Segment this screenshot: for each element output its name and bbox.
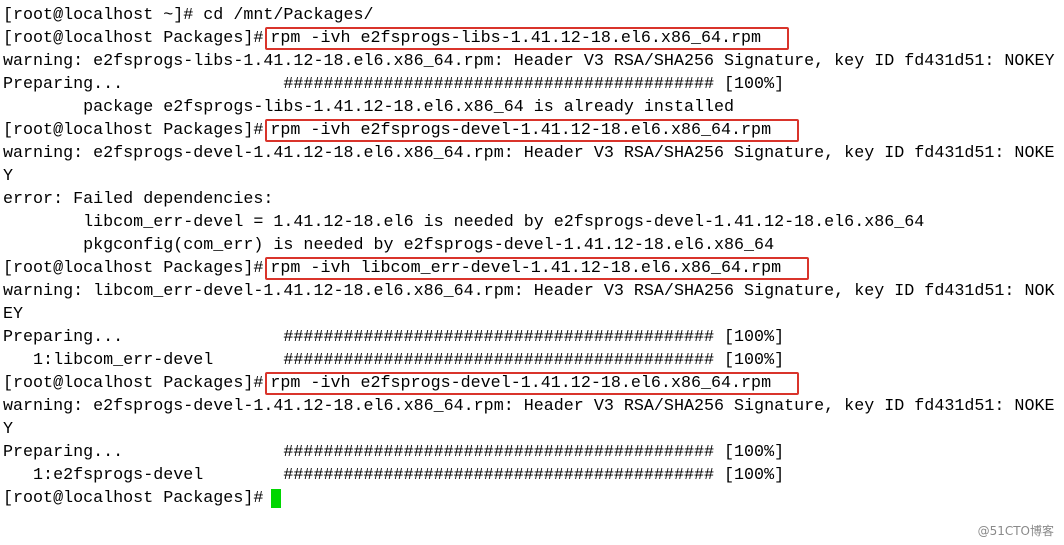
terminal-line: Preparing... ###########################… [3, 73, 1064, 96]
terminal-line: Preparing... ###########################… [3, 326, 1064, 349]
highlighted-command: rpm -ivh libcom_err-devel-1.41.12-18.el6… [265, 257, 810, 280]
terminal-window[interactable]: [root@localhost ~]# cd /mnt/Packages/ [r… [0, 0, 1064, 545]
terminal-line-text: Preparing... ###########################… [3, 75, 785, 94]
terminal-line: [root@localhost Packages]# rpm -ivh libco… [3, 257, 1064, 280]
terminal-line: [root@localhost Packages]# rpm -ivh e2fsp… [3, 372, 1064, 395]
terminal-line-text: EY [3, 305, 24, 324]
terminal-line[interactable]: [root@localhost Packages]# [3, 487, 1064, 510]
highlighted-command: rpm -ivh e2fsprogs-devel-1.41.12-18.el6.… [265, 372, 800, 395]
terminal-line: pkgconfig(com_err) is needed by e2fsprog… [3, 234, 1064, 257]
terminal-line-text: Y [3, 167, 14, 186]
terminal-line: package e2fsprogs-libs-1.41.12-18.el6.x8… [3, 96, 1064, 119]
terminal-line-text: Y [3, 420, 14, 439]
terminal-line: warning: e2fsprogs-libs-1.41.12-18.el6.x… [3, 50, 1064, 73]
terminal-line: EY [3, 303, 1064, 326]
watermark-text: @51CTO博客 [977, 524, 1054, 538]
terminal-line-text: error: Failed dependencies: [3, 190, 274, 209]
terminal-line-text: libcom_err-devel = 1.41.12-18.el6 is nee… [3, 213, 925, 232]
highlighted-command: rpm -ivh e2fsprogs-libs-1.41.12-18.el6.x… [265, 27, 790, 50]
terminal-line-text: Preparing... ###########################… [3, 443, 785, 462]
terminal-line: Y [3, 418, 1064, 441]
terminal-line-text: [root@localhost ~]# cd /mnt/Packages/ [3, 6, 374, 25]
terminal-line: Y [3, 165, 1064, 188]
shell-prompt: [root@localhost Packages]# [3, 489, 264, 508]
shell-prompt: [root@localhost Packages]# [3, 29, 264, 48]
terminal-line: [root@localhost Packages]# rpm -ivh e2fsp… [3, 119, 1064, 142]
shell-prompt: [root@localhost Packages]# [3, 121, 264, 140]
terminal-line-text: pkgconfig(com_err) is needed by e2fsprog… [3, 236, 775, 255]
terminal-line-text: 1:libcom_err-devel #####################… [3, 351, 785, 370]
terminal-line-text: package e2fsprogs-libs-1.41.12-18.el6.x8… [3, 98, 735, 117]
terminal-line: error: Failed dependencies: [3, 188, 1064, 211]
shell-prompt: [root@localhost Packages]# [3, 374, 264, 393]
terminal-line: warning: libcom_err-devel-1.41.12-18.el6… [3, 280, 1064, 303]
terminal-line: warning: e2fsprogs-devel-1.41.12-18.el6.… [3, 142, 1064, 165]
terminal-line: warning: e2fsprogs-devel-1.41.12-18.el6.… [3, 395, 1064, 418]
terminal-line-text: warning: e2fsprogs-devel-1.41.12-18.el6.… [3, 144, 1055, 163]
terminal-line-text: warning: libcom_err-devel-1.41.12-18.el6… [3, 282, 1055, 301]
terminal-line-text: warning: e2fsprogs-devel-1.41.12-18.el6.… [3, 397, 1055, 416]
terminal-line: 1:libcom_err-devel #####################… [3, 349, 1064, 372]
terminal-line-text: warning: e2fsprogs-libs-1.41.12-18.el6.x… [3, 52, 1055, 71]
terminal-line: [root@localhost ~]# cd /mnt/Packages/ [3, 4, 1064, 27]
terminal-line: Preparing... ###########################… [3, 441, 1064, 464]
terminal-line-text: Preparing... ###########################… [3, 328, 785, 347]
terminal-line: 1:e2fsprogs-devel ######################… [3, 464, 1064, 487]
highlighted-command: rpm -ivh e2fsprogs-devel-1.41.12-18.el6.… [265, 119, 800, 142]
terminal-cursor[interactable] [271, 489, 282, 508]
shell-prompt: [root@localhost Packages]# [3, 259, 264, 278]
terminal-line-text: 1:e2fsprogs-devel ######################… [3, 466, 785, 485]
terminal-line: libcom_err-devel = 1.41.12-18.el6 is nee… [3, 211, 1064, 234]
terminal-line: [root@localhost Packages]# rpm -ivh e2fsp… [3, 27, 1064, 50]
